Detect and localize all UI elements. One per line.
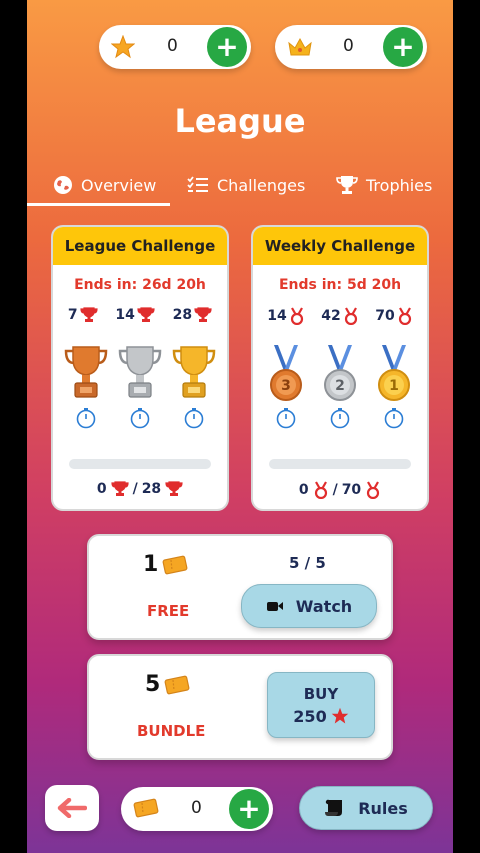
back-button[interactable] [45,785,99,831]
weekly-milestone: 70 [375,307,412,325]
league-ends-in: Ends in: 26d 20h [74,277,206,293]
red-medal-icon [367,481,380,499]
gold-trophy-icon [172,346,216,398]
star-count: 0 [167,36,178,56]
red-medal-icon [398,307,411,325]
back-arrow-icon [57,798,87,818]
watch-label: Watch [295,596,353,616]
crown-count: 0 [343,36,354,56]
checklist-icon [187,176,208,192]
league-screen: 0 + 0 + League Overview Challenges Troph… [27,0,453,853]
bundle-label: BUNDLE [137,722,206,740]
gold-medal-icon: 1 [378,345,410,401]
weekly-challenge-card[interactable]: Weekly Challenge Ends in: 5d 20h 14 42 7… [251,225,429,511]
ticket-count: 0 [191,798,202,818]
red-trophy-icon [194,307,212,322]
tab-overview[interactable]: Overview [53,172,156,198]
league-milestones: 7 14 28 [53,307,227,323]
star-counter: 0 + [99,25,251,69]
watch-ad-button[interactable]: Watch [241,584,377,628]
scroll-icon [325,799,343,816]
league-milestone: 7 [68,307,98,323]
crown-icon [288,37,312,56]
timer-icon [130,408,150,429]
bundle-price: 250 [293,707,348,726]
red-medal-icon [314,481,327,499]
page-title: League [174,102,306,140]
red-trophy-icon [165,481,183,496]
league-progress-bar [69,459,211,469]
red-trophy-icon [80,307,98,322]
league-challenge-card[interactable]: League Challenge Ends in: 26d 20h 7 14 2… [51,225,229,511]
ticket-icon [164,675,190,694]
red-medal-icon [344,307,357,325]
free-label: FREE [147,602,190,620]
silver-medal-icon: 2 [324,345,356,401]
weekly-progress-text: 0 / 70 [253,481,427,499]
medal-number: 3 [281,378,291,394]
buy-label: BUY [303,684,339,703]
add-stars-button[interactable]: + [207,27,247,67]
league-milestone: 28 [173,307,212,323]
buy-bundle-button[interactable]: BUY 250 [267,672,375,738]
weekly-timers [253,407,427,429]
timer-icon [330,408,350,429]
bundle-ticket-qty: 5 [145,672,190,697]
timer-icon [76,408,96,429]
bronze-medal-icon: 3 [270,345,302,401]
globe-icon [54,176,72,194]
weekly-rewards: 3 2 1 [253,343,427,403]
trophy-icon [336,176,358,194]
bronze-trophy-icon [64,346,108,398]
weekly-milestone: 42 [321,307,358,325]
red-trophy-icon [110,481,129,496]
watch-limit: 5 / 5 [289,554,326,572]
add-tickets-button[interactable]: + [229,789,269,829]
ticket-icon [133,798,159,818]
ticket-counter: 0 + [121,787,273,831]
red-trophy-icon [137,307,155,322]
red-medal-icon [290,307,303,325]
timer-icon [384,408,404,429]
timer-icon [184,408,204,429]
weekly-ends-in: Ends in: 5d 20h [278,277,402,293]
star-icon [331,707,348,724]
weekly-progress-bar [269,459,411,469]
league-milestone: 14 [115,307,155,323]
bundle-ticket-offer: 5 BUNDLE BUY 250 [87,654,393,760]
tab-challenges-label: Challenges [217,175,306,195]
free-ticket-offer: 1 FREE 5 / 5 Watch [87,534,393,640]
weekly-milestone: 14 [267,307,304,325]
free-ticket-qty: 1 [143,552,188,577]
active-tab-indicator [27,203,170,206]
league-challenge-title: League Challenge [53,227,227,265]
league-rewards [53,343,227,401]
tab-overview-label: Overview [81,175,157,195]
league-timers [53,407,227,429]
tab-trophies[interactable]: Trophies [336,172,432,198]
ticket-icon [162,555,188,574]
video-camera-icon [266,602,283,611]
league-progress-text: 0 / 28 [53,481,227,497]
medal-number: 2 [335,378,345,394]
tab-trophies-label: Trophies [366,175,433,195]
tab-challenges[interactable]: Challenges [187,172,305,198]
rules-label: Rules [358,798,408,818]
rules-button[interactable]: Rules [299,786,433,830]
silver-trophy-icon [118,346,162,398]
weekly-milestones: 14 42 70 [253,307,427,325]
medal-number: 1 [389,378,399,394]
timer-icon [276,408,296,429]
weekly-challenge-title: Weekly Challenge [253,227,427,265]
add-crowns-button[interactable]: + [383,27,423,67]
star-icon [111,35,135,59]
crown-counter: 0 + [275,25,427,69]
